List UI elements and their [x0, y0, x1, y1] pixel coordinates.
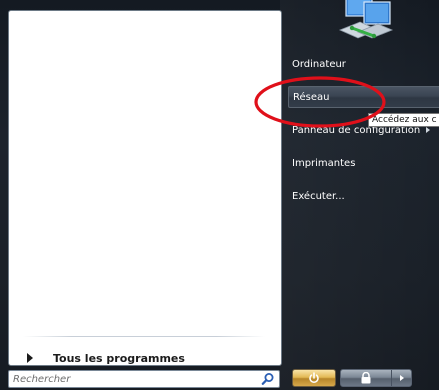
network-icon	[338, 0, 394, 39]
search-input[interactable]	[9, 371, 253, 387]
menu-item-imprimantes[interactable]: Imprimantes	[288, 152, 439, 174]
arrow-right-icon	[27, 353, 33, 363]
menu-item-label: Imprimantes	[292, 157, 356, 169]
menu-item-label: Ordinateur	[292, 58, 346, 70]
lock-icon	[361, 372, 371, 384]
power-button[interactable]	[292, 369, 336, 387]
all-programs-button[interactable]: Tous les programmes	[23, 346, 273, 370]
divider	[23, 336, 265, 337]
menu-item-label: Réseau	[293, 91, 330, 103]
menu-item-label: Exécuter...	[292, 190, 345, 202]
submenu-arrow-icon	[426, 127, 431, 133]
menu-item-reseau[interactable]: Réseau	[288, 86, 439, 108]
tooltip: Accédez aux c	[368, 113, 439, 127]
arrow-right-icon	[399, 375, 404, 381]
power-icon	[309, 372, 319, 384]
shutdown-options-button[interactable]	[392, 370, 411, 386]
lock-button-group	[340, 369, 412, 387]
programs-pane: Tous les programmes	[8, 10, 282, 366]
lock-button[interactable]	[341, 370, 392, 386]
menu-item-executer[interactable]: Exécuter...	[288, 185, 439, 207]
search-box	[8, 370, 280, 388]
magnifier-icon[interactable]	[261, 372, 275, 386]
all-programs-label: Tous les programmes	[53, 351, 185, 365]
menu-item-ordinateur[interactable]: Ordinateur	[288, 53, 439, 75]
start-menu: Tous les programmes Ordinateur Réseau Pa…	[0, 0, 439, 390]
